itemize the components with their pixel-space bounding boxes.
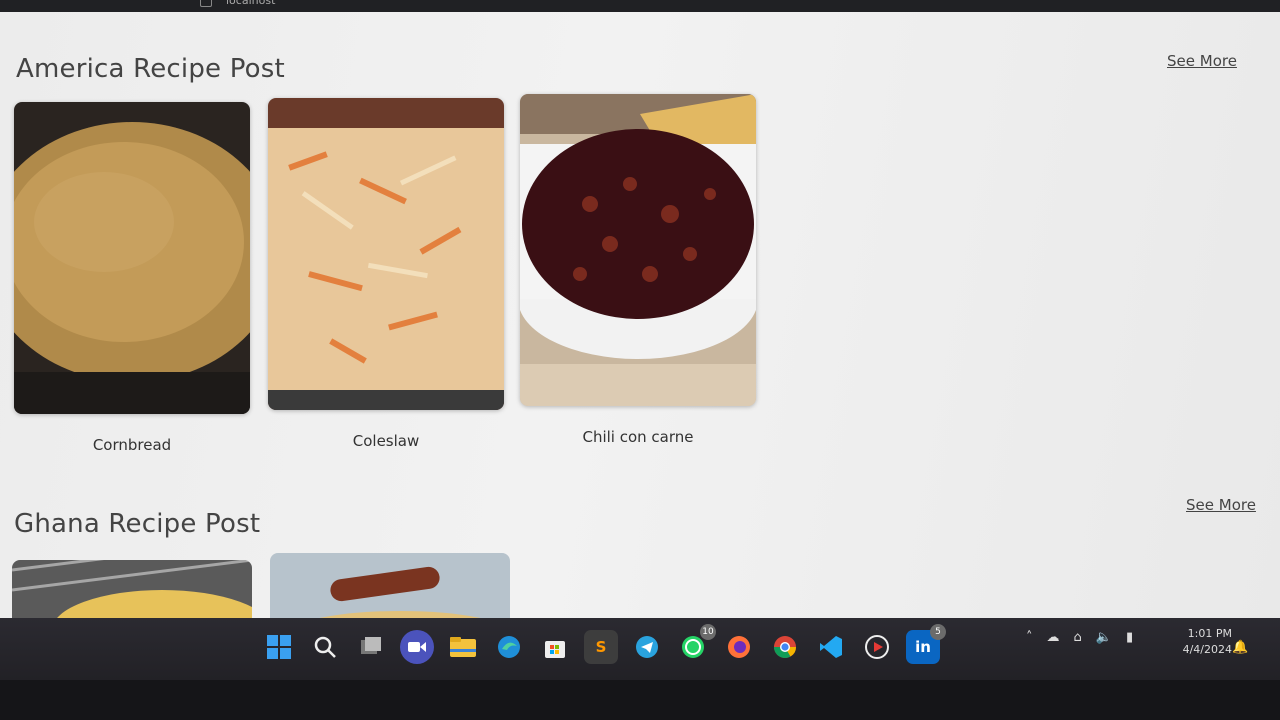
clock-time: 1:01 PM (1187, 627, 1232, 640)
notification-bell-icon[interactable]: 🔔 (1232, 640, 1248, 655)
url-text[interactable]: localhost (226, 0, 275, 7)
see-more-america-link[interactable]: See More (1167, 52, 1237, 70)
see-more-ghana-link[interactable]: See More (1186, 496, 1256, 514)
recipe-image-coleslaw[interactable] (268, 98, 504, 410)
recipe-image-chili-con-carne[interactable] (520, 94, 756, 406)
vscode-icon[interactable] (814, 630, 848, 664)
browser-address-bar: localhost (0, 0, 1280, 12)
windows-taskbar: S 10 in 5 ˄ ☁ ⌂ 🔈 ▮ 1:01 PM 4/4/2024 🔔 (0, 618, 1280, 680)
sublime-text-icon[interactable]: S (584, 630, 618, 664)
recipe-image-cornbread[interactable] (14, 102, 250, 414)
file-explorer-icon[interactable] (446, 630, 480, 664)
store-icon[interactable] (538, 630, 572, 664)
recipe-name[interactable]: Cornbread (14, 436, 250, 454)
recipe-card-chili-con-carne[interactable]: Chili con carne (520, 94, 756, 446)
recipe-card-cornbread[interactable]: Cornbread (14, 102, 250, 454)
task-view-icon[interactable] (354, 630, 388, 664)
page-content: America Recipe Post See More Cornbread C… (0, 12, 1280, 618)
firefox-icon[interactable] (722, 630, 756, 664)
chrome-icon[interactable] (768, 630, 802, 664)
battery-icon[interactable]: ▮ (1126, 630, 1133, 645)
notification-badge: 5 (930, 624, 946, 640)
meet-icon[interactable] (400, 630, 434, 664)
chevron-up-icon[interactable]: ˄ (1026, 630, 1033, 645)
page-icon (200, 0, 212, 7)
taskbar-clock[interactable]: 1:01 PM 4/4/2024 (1168, 626, 1232, 658)
windows-start-icon[interactable] (262, 630, 296, 664)
notification-badge: 10 (700, 624, 716, 640)
url-area[interactable]: localhost (200, 0, 275, 7)
taskbar-apps: S 10 in 5 (262, 624, 946, 664)
volume-icon[interactable]: 🔈 (1096, 630, 1112, 645)
recipe-card-coleslaw[interactable]: Coleslaw (268, 98, 504, 450)
section-title-ghana: Ghana Recipe Post (14, 509, 261, 539)
wifi-icon[interactable]: ⌂ (1074, 630, 1082, 645)
whatsapp-icon[interactable]: 10 (676, 624, 716, 664)
ghana-recipe-card-2[interactable] (270, 553, 510, 618)
section-title-america: America Recipe Post (16, 54, 285, 84)
search-icon[interactable] (308, 630, 342, 664)
recipe-name[interactable]: Coleslaw (268, 432, 504, 450)
clock-date: 4/4/2024 (1182, 643, 1232, 656)
system-tray: ˄ ☁ ⌂ 🔈 ▮ (1026, 630, 1133, 645)
onedrive-icon[interactable]: ☁ (1047, 630, 1060, 645)
screen-bezel (0, 680, 1280, 720)
ghana-recipe-card-1[interactable] (12, 560, 252, 618)
edge-icon[interactable] (492, 630, 526, 664)
media-player-icon[interactable] (860, 630, 894, 664)
linkedin-icon[interactable]: in 5 (906, 624, 946, 664)
recipe-name[interactable]: Chili con carne (520, 428, 756, 446)
telegram-icon[interactable] (630, 630, 664, 664)
